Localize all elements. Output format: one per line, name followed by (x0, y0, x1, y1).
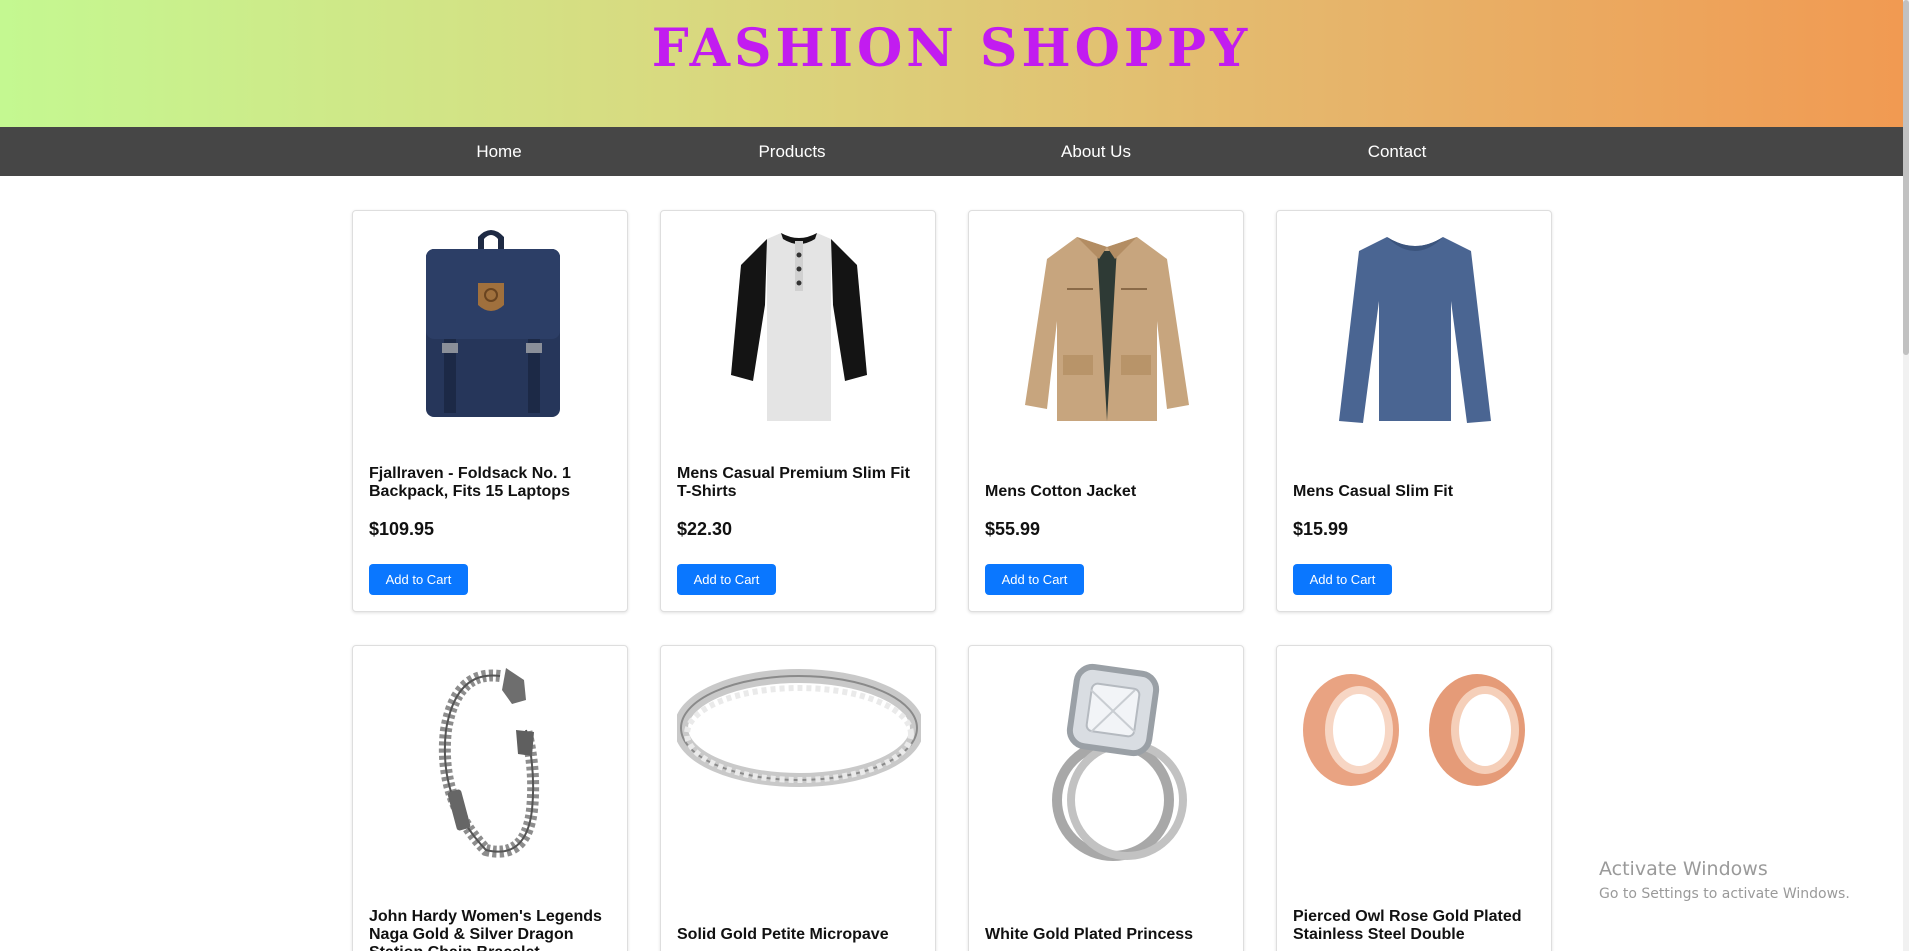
tshirt-icon[interactable] (677, 225, 921, 429)
add-to-cart-button[interactable]: Add to Cart (1293, 564, 1392, 595)
nav-item-about-us[interactable]: About Us (1061, 127, 1131, 176)
brand-title: FASHION SHOPPY (651, 18, 1252, 79)
product-card: Fjallraven - Foldsack No. 1 Backpack, Fi… (352, 210, 628, 612)
product-title[interactable]: Solid Gold Petite Micropave (677, 926, 921, 944)
product-price: $15.99 (1293, 519, 1349, 539)
product-title[interactable]: John Hardy Women's Legends Naga Gold & S… (369, 908, 613, 951)
add-to-cart-button[interactable]: Add to Cart (369, 564, 468, 595)
product-title[interactable]: Mens Casual Slim Fit (1293, 461, 1537, 501)
product-title[interactable]: Mens Cotton Jacket (985, 461, 1229, 501)
product-title[interactable]: Pierced Owl Rose Gold Plated Stainless S… (1293, 908, 1537, 944)
site-header: FASHION SHOPPY (0, 0, 1903, 127)
earring-tunnels-icon[interactable] (1293, 660, 1537, 864)
jacket-icon[interactable] (985, 225, 1229, 429)
product-card: Mens Cotton Jacket $55.99 Add to Cart (968, 210, 1244, 612)
product-card: White Gold Plated Princess (968, 645, 1244, 951)
product-title[interactable]: White Gold Plated Princess (985, 926, 1229, 944)
nav-item-products[interactable]: Products (758, 127, 825, 176)
engagement-ring-icon[interactable] (985, 660, 1229, 864)
scrollbar-thumb[interactable] (1903, 0, 1909, 355)
nav-item-contact[interactable]: Contact (1368, 127, 1427, 176)
watermark-title: Activate Windows (1599, 858, 1768, 880)
product-title[interactable]: Mens Casual Premium Slim Fit T-Shirts (677, 461, 921, 501)
product-price: $109.95 (369, 519, 435, 539)
add-to-cart-button[interactable]: Add to Cart (985, 564, 1084, 595)
bracelet-icon[interactable] (369, 660, 613, 864)
scrollbar[interactable] (1903, 0, 1909, 951)
main-nav: Home Products About Us Contact (0, 127, 1903, 176)
windows-activation-watermark: Activate Windows Go to Settings to activ… (1599, 858, 1850, 902)
product-card: John Hardy Women's Legends Naga Gold & S… (352, 645, 628, 951)
longsleeve-icon[interactable] (1293, 225, 1537, 429)
product-card: Pierced Owl Rose Gold Plated Stainless S… (1276, 645, 1552, 951)
product-price: $55.99 (985, 519, 1041, 539)
product-card: Solid Gold Petite Micropave (660, 645, 936, 951)
page: FASHION SHOPPY Home Products About Us Co… (0, 0, 1909, 951)
watermark-subtitle: Go to Settings to activate Windows. (1599, 886, 1850, 902)
product-card: Mens Casual Premium Slim Fit T-Shirts $2… (660, 210, 936, 612)
backpack-icon[interactable] (369, 225, 613, 429)
ring-icon[interactable] (677, 660, 921, 864)
nav-item-home[interactable]: Home (476, 127, 521, 176)
product-card: Mens Casual Slim Fit $15.99 Add to Cart (1276, 210, 1552, 612)
product-title[interactable]: Fjallraven - Foldsack No. 1 Backpack, Fi… (369, 461, 613, 501)
add-to-cart-button[interactable]: Add to Cart (677, 564, 776, 595)
product-price: $22.30 (677, 519, 733, 539)
